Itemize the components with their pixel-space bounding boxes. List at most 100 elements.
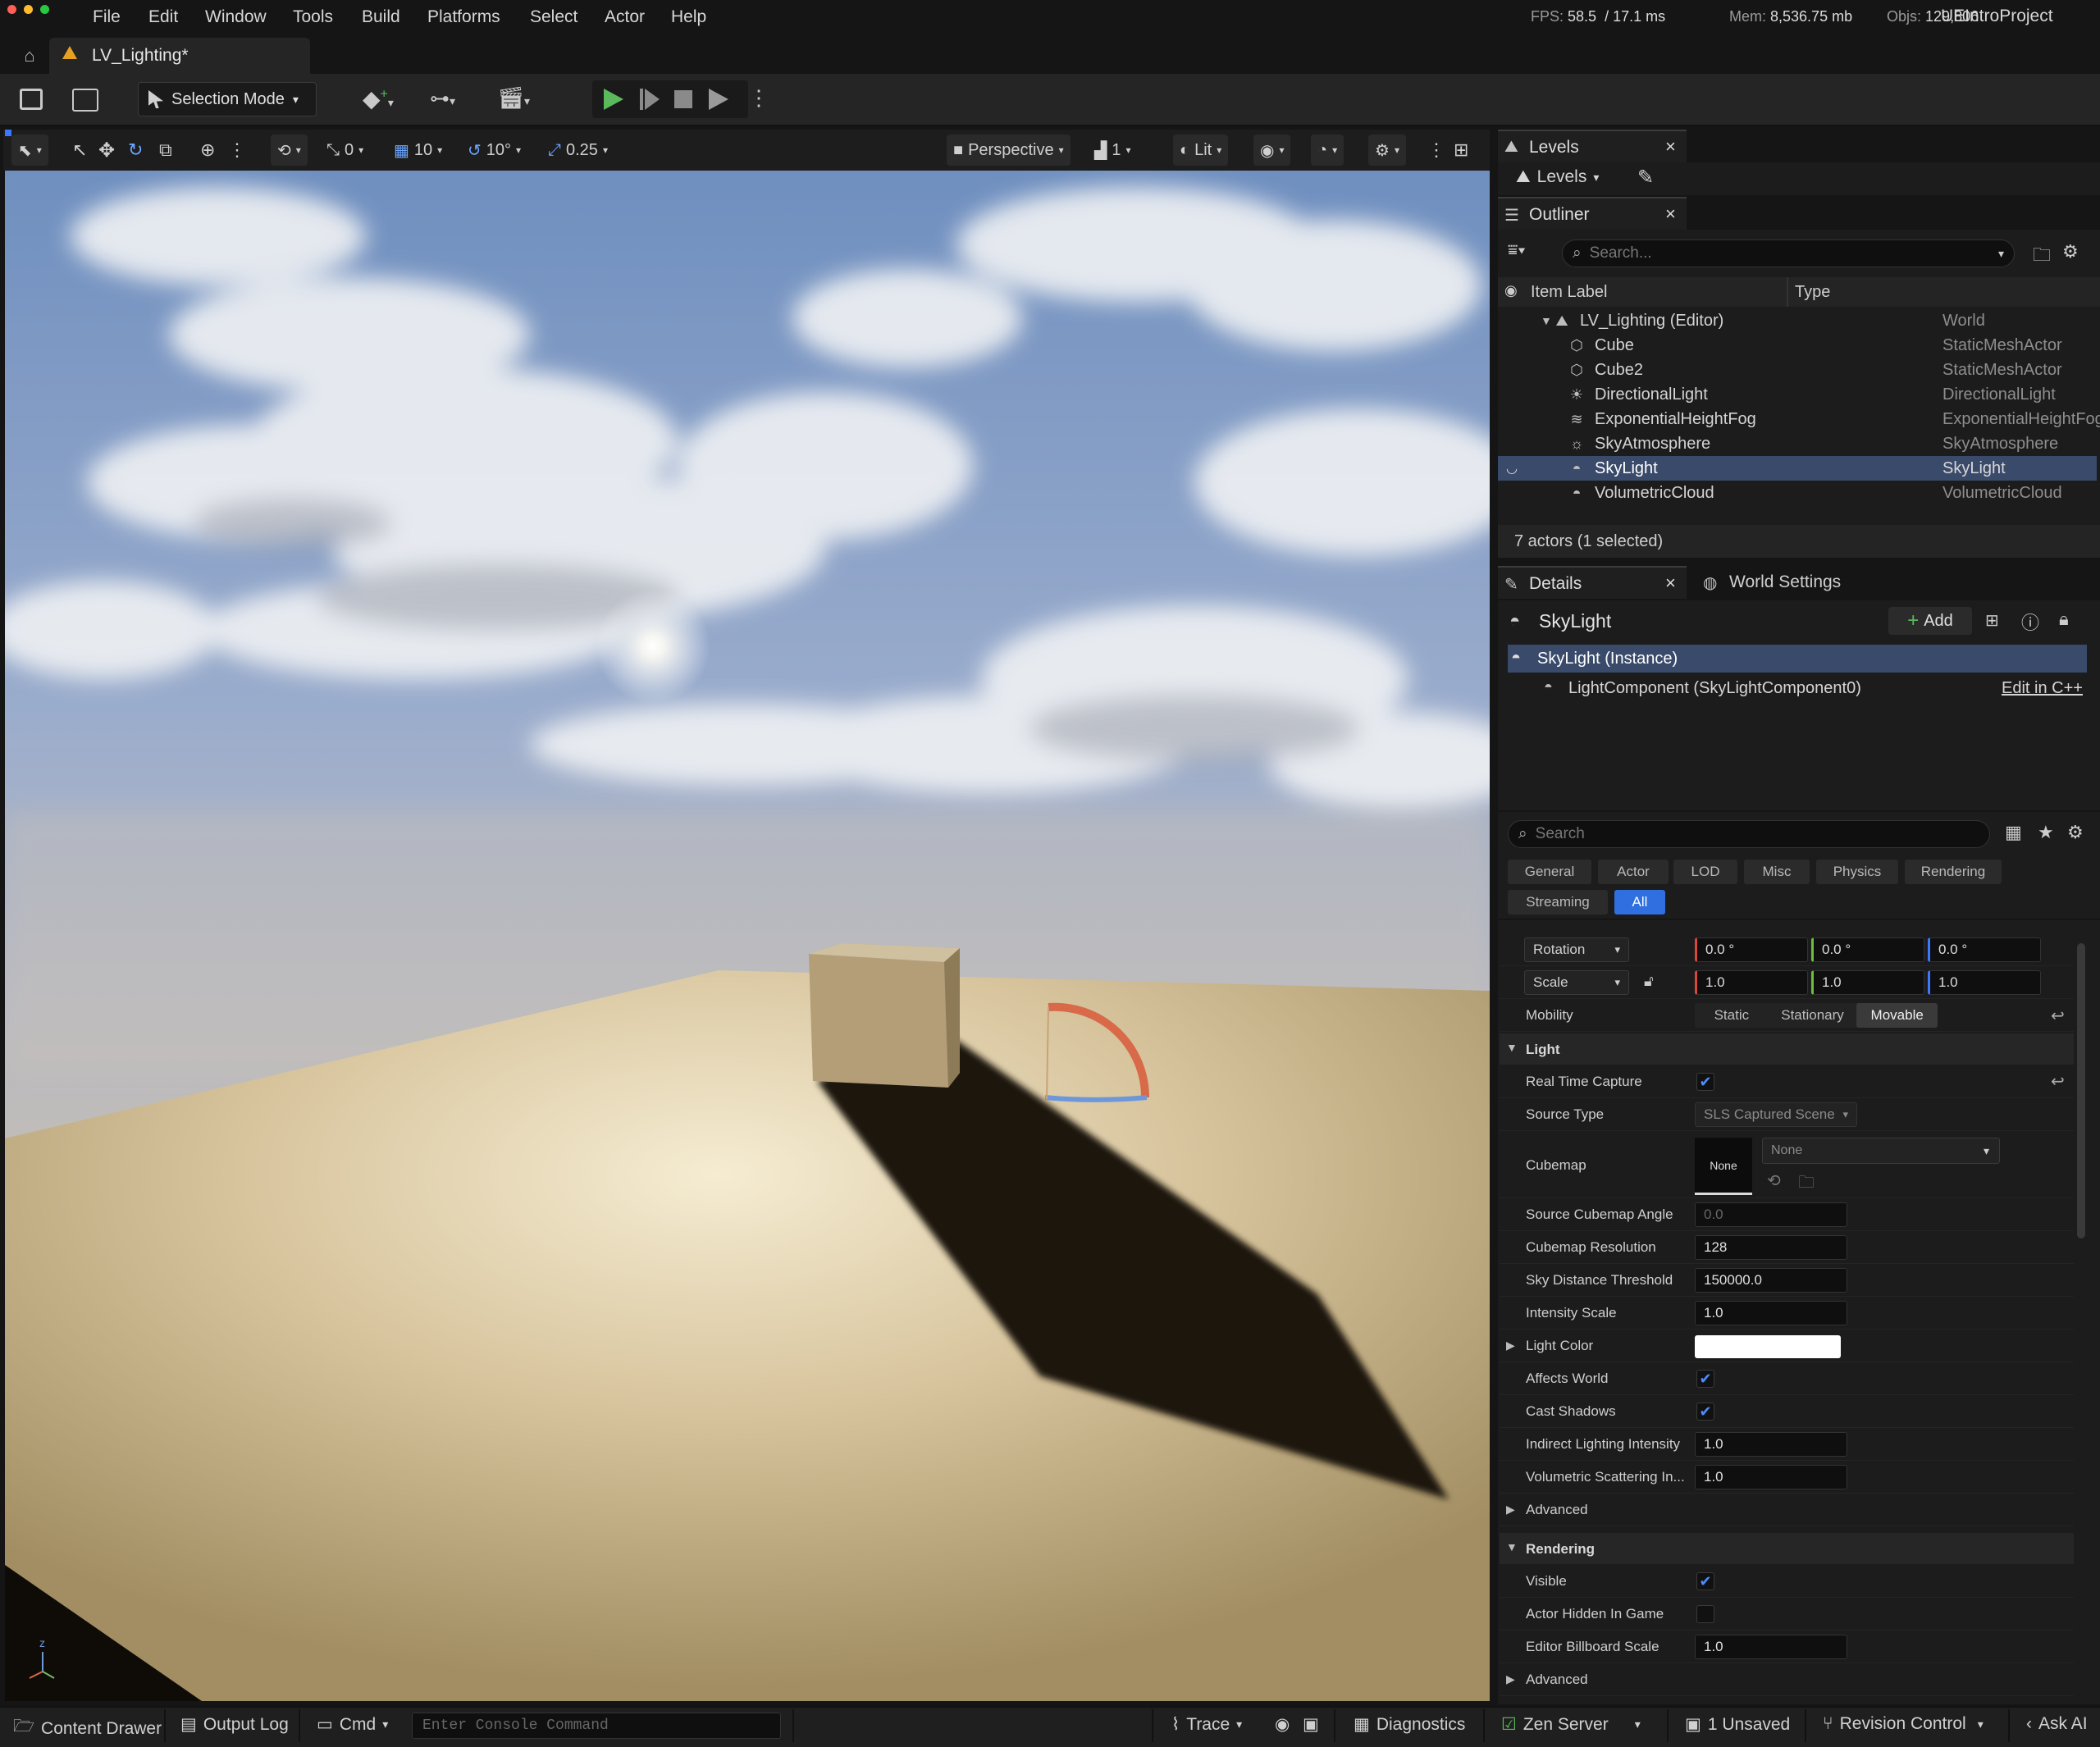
lock-icon[interactable]: 🔒︎ bbox=[2059, 609, 2069, 630]
favorite-star-icon[interactable]: ★ bbox=[2038, 822, 2054, 843]
rotation-y-field[interactable]: 0.0 ° bbox=[1811, 937, 1924, 962]
perspective-dropdown[interactable]: ■ Perspective ▾ bbox=[947, 135, 1071, 166]
blueprints-icon[interactable]: ⊶▾ bbox=[430, 87, 455, 111]
collapse-arrow-icon[interactable]: ▼ bbox=[1541, 314, 1552, 327]
console-command-input[interactable]: Enter Console Command bbox=[412, 1713, 781, 1739]
table-view-icon[interactable]: ▦ bbox=[2005, 822, 2022, 843]
light-section-header[interactable]: ▼ Light bbox=[1500, 1033, 2074, 1065]
view-mode-dropdown[interactable]: ◐ Lit ▾ bbox=[1173, 135, 1229, 166]
outliner-row-selected[interactable]: ◡ ◓ SkyLight SkyLight bbox=[1498, 456, 2097, 481]
actor-hidden-checkbox[interactable] bbox=[1696, 1605, 1714, 1623]
scale-icon[interactable]: ⧉ bbox=[159, 135, 172, 166]
visible-checkbox[interactable]: ✔ bbox=[1696, 1572, 1714, 1590]
menu-select[interactable]: Select bbox=[530, 7, 578, 27]
indirect-lighting-intensity-field[interactable]: 1.0 bbox=[1695, 1432, 1847, 1457]
world-space-icon[interactable]: ⊕ bbox=[200, 135, 215, 166]
add-component-button[interactable]: + Add bbox=[1888, 607, 1972, 635]
actor-name[interactable]: SkyLight bbox=[1539, 610, 1611, 632]
cast-shadows-checkbox[interactable]: ✔ bbox=[1696, 1403, 1714, 1421]
more-options-icon[interactable]: ⋮ bbox=[748, 85, 769, 111]
details-tab[interactable]: ✎ Details × bbox=[1498, 566, 1687, 599]
viewport-layout-dropdown[interactable]: ▟ 1 ▾ bbox=[1094, 135, 1131, 166]
zoom-window-button[interactable] bbox=[40, 5, 49, 14]
minimize-window-button[interactable] bbox=[24, 5, 33, 14]
browse-folder-icon[interactable]: 🗀 bbox=[1798, 1170, 1815, 1198]
gear-icon[interactable]: ⚙ bbox=[2062, 241, 2079, 262]
level-viewport[interactable]: z bbox=[5, 171, 1490, 1701]
source-control-icon[interactable] bbox=[72, 89, 98, 112]
rotate-icon[interactable]: ↻ bbox=[128, 135, 143, 166]
cubemap-thumbnail[interactable]: None bbox=[1695, 1138, 1752, 1195]
sky-distance-threshold-field[interactable]: 150000.0 bbox=[1695, 1268, 1847, 1293]
viewport-settings-dropdown[interactable]: ⚙ ▾ bbox=[1368, 135, 1406, 166]
outliner-row[interactable]: ☼ SkyAtmosphere SkyAtmosphere bbox=[1498, 431, 2097, 456]
source-cubemap-angle-field[interactable]: 0.0 bbox=[1695, 1202, 1847, 1227]
screenshot-icon[interactable]: ▣ bbox=[1303, 1714, 1319, 1735]
selection-mode-dropdown[interactable]: Selection Mode ▾ bbox=[138, 82, 317, 116]
eject-icon[interactable] bbox=[709, 89, 728, 110]
outliner-row[interactable]: ≋ ExponentialHeightFog ExponentialHeight… bbox=[1498, 407, 2100, 431]
surface-snap-button[interactable]: ⟲ ▾ bbox=[271, 135, 308, 166]
edit-in-cpp-link[interactable]: Edit in C++ bbox=[2002, 679, 2083, 698]
outliner-search[interactable]: ⌕ Search... ▾ bbox=[1562, 239, 2015, 267]
volumetric-scattering-field[interactable]: 1.0 bbox=[1695, 1465, 1847, 1489]
revision-control-dropdown[interactable]: ⑂ Revision Control ▾ bbox=[1823, 1714, 1984, 1734]
outliner-row[interactable]: ☀ DirectionalLight DirectionalLight bbox=[1498, 382, 2097, 407]
menu-platforms[interactable]: Platforms bbox=[427, 7, 500, 27]
save-icon[interactable] bbox=[20, 89, 43, 110]
close-window-button[interactable] bbox=[7, 5, 16, 14]
close-icon[interactable]: × bbox=[1665, 572, 1676, 594]
content-drawer-button[interactable]: 🗁 Content Drawer bbox=[13, 1714, 162, 1743]
rotation-x-field[interactable]: 0.0 ° bbox=[1695, 937, 1808, 962]
filter-icon[interactable]: ⩸▾ bbox=[1508, 241, 1526, 260]
scale-snap-toggle[interactable]: ⤢ 0.25 ▾ bbox=[548, 135, 608, 166]
mobility-static[interactable]: Static bbox=[1695, 1003, 1769, 1028]
outliner-tab[interactable]: ☰ Outliner × bbox=[1498, 197, 1687, 230]
unlock-icon[interactable]: 🔓︎ bbox=[1644, 973, 1654, 990]
billboard-scale-field[interactable]: 1.0 bbox=[1695, 1635, 1847, 1659]
outliner-row[interactable]: ⬡ Cube2 StaticMeshActor bbox=[1498, 358, 2097, 382]
home-icon[interactable]: ⌂ bbox=[20, 45, 39, 66]
ask-ai-button[interactable]: ‹ Ask AI bbox=[2026, 1714, 2088, 1734]
advance-frame-icon[interactable] bbox=[645, 89, 660, 110]
translate-icon[interactable]: ✥ bbox=[98, 135, 115, 166]
affects-world-checkbox[interactable]: ✔ bbox=[1696, 1370, 1714, 1388]
world-settings-tab[interactable]: ◍ World Settings bbox=[1700, 566, 1897, 599]
expand-arrow-icon[interactable]: ▶ bbox=[1506, 1339, 1515, 1352]
zen-server-dropdown[interactable]: ☑ Zen Server ▾ bbox=[1501, 1714, 1641, 1735]
reset-to-default-icon[interactable]: ↩ bbox=[2051, 1071, 2065, 1092]
scale-z-field[interactable]: 1.0 bbox=[1928, 970, 2041, 995]
menu-edit[interactable]: Edit bbox=[148, 7, 178, 27]
kebab-menu-icon[interactable]: ⋮ bbox=[1427, 135, 1445, 166]
cinematics-icon[interactable]: 🎬︎▾ bbox=[497, 85, 530, 111]
scale-x-field[interactable]: 1.0 bbox=[1695, 970, 1808, 995]
details-scrollbar[interactable] bbox=[2077, 943, 2085, 1238]
category-actor[interactable]: Actor bbox=[1598, 860, 1669, 884]
mobility-stationary[interactable]: Stationary bbox=[1769, 1003, 1857, 1028]
output-log-button[interactable]: ▤ Output Log bbox=[180, 1714, 289, 1735]
outliner-row[interactable]: ⬡ Cube StaticMeshActor bbox=[1498, 333, 2097, 358]
levels-dropdown[interactable]: ⛰︎ Levels ▾ bbox=[1516, 167, 1599, 187]
menu-actor[interactable]: Actor bbox=[605, 7, 645, 27]
category-rendering[interactable]: Rendering bbox=[1905, 860, 2002, 884]
edit-level-icon[interactable]: ✎ bbox=[1637, 166, 1654, 189]
close-icon[interactable]: × bbox=[1665, 203, 1676, 225]
grid-snap-toggle[interactable]: ▦ 10 ▾ bbox=[394, 135, 442, 166]
real-time-capture-checkbox[interactable]: ✔ bbox=[1696, 1073, 1714, 1091]
play-icon[interactable] bbox=[604, 89, 623, 110]
viewport-layout-grid-icon[interactable]: ⊞ bbox=[1454, 135, 1468, 166]
close-icon[interactable]: × bbox=[1665, 136, 1676, 157]
new-folder-icon[interactable]: 🗀 bbox=[2033, 241, 2051, 272]
rendering-section-header[interactable]: ▼ Rendering bbox=[1500, 1533, 2074, 1564]
select-arrow-icon[interactable]: ↖ bbox=[72, 135, 87, 166]
cmd-dropdown[interactable]: ▭ Cmd ▾ bbox=[317, 1714, 388, 1735]
record-icon[interactable]: ◉ bbox=[1275, 1714, 1290, 1735]
column-item-label[interactable]: Item Label bbox=[1531, 283, 1607, 302]
menu-window[interactable]: Window bbox=[205, 7, 267, 27]
light-color-swatch[interactable] bbox=[1695, 1335, 1841, 1358]
outliner-row[interactable]: ◓ VolumetricCloud VolumetricCloud bbox=[1498, 481, 2097, 505]
component-instance-row[interactable]: ◓ SkyLight (Instance) bbox=[1508, 645, 2087, 673]
use-selected-icon[interactable]: ⟲ bbox=[1767, 1170, 1781, 1191]
source-type-dropdown[interactable]: SLS Captured Scene ▾ bbox=[1695, 1102, 1857, 1127]
category-misc[interactable]: Misc bbox=[1744, 860, 1810, 884]
